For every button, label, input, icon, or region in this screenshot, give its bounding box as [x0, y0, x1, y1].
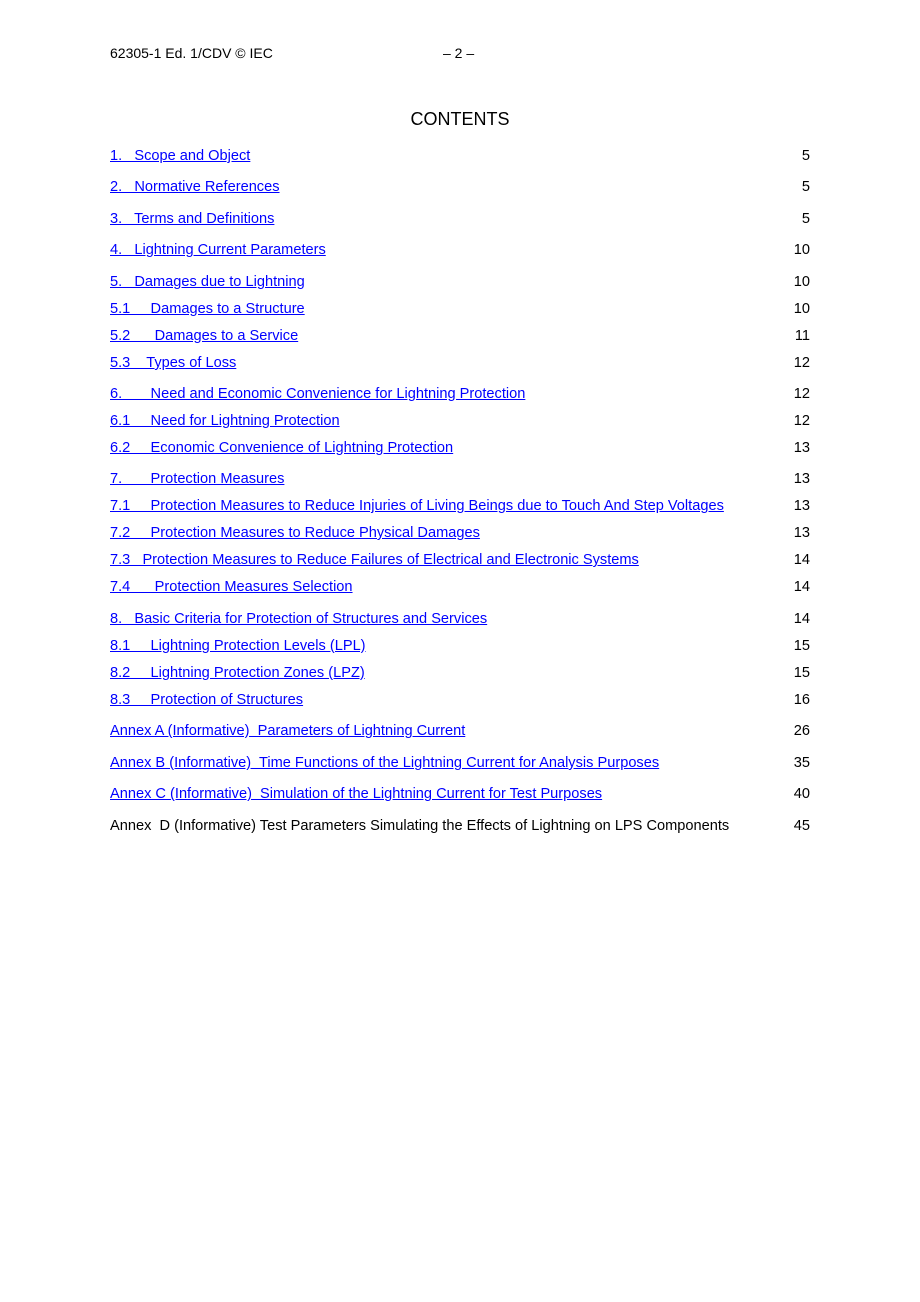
toc-entry: 6. Need and Economic Convenience for Lig…	[110, 386, 810, 406]
toc-link[interactable]: 8.2 Lightning Protection Zones (LPZ)	[110, 665, 365, 681]
toc-page-number: 16	[793, 692, 810, 708]
toc-entry: 8. Basic Criteria for Protection of Stru…	[110, 611, 810, 631]
toc-entry: Annex C (Informative) Simulation of the …	[110, 786, 810, 806]
toc-page-number: 5	[801, 211, 810, 227]
toc-link[interactable]: 5.3 Types of Loss	[110, 355, 236, 371]
toc-link[interactable]: 7.2 Protection Measures to Reduce Physic…	[110, 525, 480, 541]
toc-entry: 7.3 Protection Measures to Reduce Failur…	[110, 552, 810, 572]
toc-entry: 8.3 Protection of Structures 16	[110, 692, 810, 712]
toc-page-number: 14	[793, 552, 810, 568]
toc-entry: 8.1 Lightning Protection Levels (LPL) 15	[110, 638, 810, 658]
toc-page-number: 5	[801, 179, 810, 195]
toc-link[interactable]: Annex B (Informative) Time Functions of …	[110, 755, 659, 771]
toc-entry: 8.2 Lightning Protection Zones (LPZ) 15	[110, 665, 810, 685]
toc-link[interactable]: 1. Scope and Object	[110, 148, 250, 164]
toc-link[interactable]: 6.1 Need for Lightning Protection	[110, 413, 340, 429]
toc-entry: 2. Normative References 5	[110, 179, 810, 199]
toc-link[interactable]: 7.4 Protection Measures Selection	[110, 579, 353, 595]
toc-link[interactable]: 3. Terms and Definitions	[110, 211, 274, 227]
toc-entry: 5.2 Damages to a Service 11	[110, 328, 810, 348]
toc-link[interactable]: 7.1 Protection Measures to Reduce Injuri…	[110, 498, 724, 514]
toc-page-number: 10	[793, 301, 810, 317]
toc-link[interactable]: 5.1 Damages to a Structure	[110, 301, 305, 317]
toc-entry: 5. Damages due to Lightning 10	[110, 274, 810, 294]
toc-entry: 4. Lightning Current Parameters 10	[110, 242, 810, 262]
toc-link[interactable]: 6.2 Economic Convenience of Lightning Pr…	[110, 440, 453, 456]
toc-page-number: 13	[793, 498, 810, 514]
toc-page-number: 12	[793, 386, 810, 402]
toc-page-number: 12	[793, 413, 810, 429]
toc-entry: 6.1 Need for Lightning Protection 12	[110, 413, 810, 433]
toc-link[interactable]: 8.3 Protection of Structures	[110, 692, 303, 708]
toc-entry: Annex D (Informative) Test Parameters Si…	[110, 818, 810, 838]
toc-entry: 3. Terms and Definitions 5	[110, 211, 810, 231]
toc-page-number: 40	[793, 786, 810, 802]
toc-page-number: 10	[793, 274, 810, 290]
toc-link[interactable]: 5. Damages due to Lightning	[110, 274, 305, 290]
toc-entry: 7. Protection Measures 13	[110, 471, 810, 491]
contents-title: CONTENTS	[410, 109, 510, 129]
toc-link[interactable]: Annex A (Informative) Parameters of Ligh…	[110, 723, 465, 739]
toc-entry: 5.1 Damages to a Structure 10	[110, 301, 810, 321]
toc-page-number: 14	[793, 611, 810, 627]
document-id: 62305-1 Ed. 1/CDV © IEC	[110, 45, 273, 61]
toc-page-number: 13	[793, 440, 810, 456]
toc-entry: 1. Scope and Object 5	[110, 148, 810, 168]
toc-page-number: 12	[793, 355, 810, 371]
toc-label: Annex D (Informative) Test Parameters Si…	[110, 818, 730, 834]
toc-link[interactable]: 7. Protection Measures	[110, 471, 284, 487]
toc-entry: 7.2 Protection Measures to Reduce Physic…	[110, 525, 810, 545]
toc-page-number: 13	[793, 525, 810, 541]
toc-link[interactable]: 5.2 Damages to a Service	[110, 328, 298, 344]
toc-link[interactable]: 8. Basic Criteria for Protection of Stru…	[110, 611, 487, 627]
toc-link[interactable]: 7.3 Protection Measures to Reduce Failur…	[110, 552, 639, 568]
toc-page-number: 45	[793, 818, 810, 834]
toc-page-number: 35	[793, 755, 810, 771]
toc-page-number: 15	[793, 638, 810, 654]
toc-page-number: 5	[801, 148, 810, 164]
page-number: – 2 –	[443, 45, 475, 61]
toc-page-number: 11	[794, 328, 810, 344]
toc-page-number: 10	[793, 242, 810, 258]
toc-link[interactable]: Annex C (Informative) Simulation of the …	[110, 786, 602, 802]
toc-page-number: 15	[793, 665, 810, 681]
toc-entry: Annex B (Informative) Time Functions of …	[110, 755, 810, 775]
toc-entry: 7.1 Protection Measures to Reduce Injuri…	[110, 498, 810, 518]
toc-page-number: 14	[793, 579, 810, 595]
toc-page-number: 13	[793, 471, 810, 487]
toc-link[interactable]: 6. Need and Economic Convenience for Lig…	[110, 386, 525, 402]
toc-link[interactable]: 2. Normative References	[110, 179, 280, 195]
toc-page-number: 26	[793, 723, 810, 739]
toc-entry: 7.4 Protection Measures Selection 14	[110, 579, 810, 599]
toc-entry: 5.3 Types of Loss 12	[110, 355, 810, 375]
toc-link[interactable]: 8.1 Lightning Protection Levels (LPL)	[110, 638, 366, 654]
toc-entry: 6.2 Economic Convenience of Lightning Pr…	[110, 440, 810, 460]
toc-entry: Annex A (Informative) Parameters of Ligh…	[110, 723, 810, 743]
toc-link[interactable]: 4. Lightning Current Parameters	[110, 242, 326, 258]
